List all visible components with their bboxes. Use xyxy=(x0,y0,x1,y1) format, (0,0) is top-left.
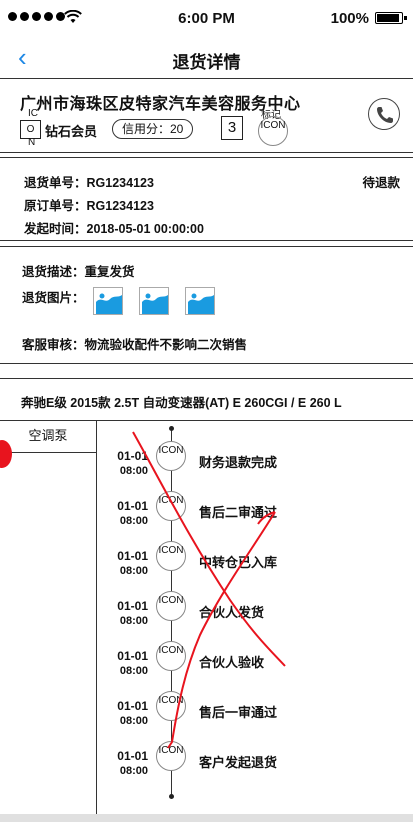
timeline-step-text: 合伙人验收 xyxy=(199,655,265,670)
review-row: 客服审核：物流验收配件不影响二次销售 xyxy=(22,334,247,353)
return-image-3[interactable] xyxy=(185,287,215,315)
divider xyxy=(0,240,413,241)
time-label: 发起时间： xyxy=(24,222,87,236)
tab-part[interactable]: 空调泵 xyxy=(0,420,96,453)
bottom-bar xyxy=(0,814,413,822)
timeline-date: 01-01 xyxy=(117,649,148,663)
timeline-time: 08:00 xyxy=(119,515,148,527)
timeline-date: 01-01 xyxy=(117,699,148,713)
desc-value: 重复发货 xyxy=(84,265,135,279)
timeline-time: 08:00 xyxy=(119,765,148,777)
divider xyxy=(0,152,413,153)
time-value: 2018-05-01 00:00:00 xyxy=(86,222,204,236)
desc-row: 退货描述：重复发货 xyxy=(22,261,135,280)
divider xyxy=(0,246,413,247)
divider xyxy=(0,363,413,364)
image-icon xyxy=(96,293,122,314)
timeline-step-icon: ICON xyxy=(156,541,186,571)
page-title: 退货详情 xyxy=(172,53,241,72)
timeline-date: 01-01 xyxy=(117,599,148,613)
return-no-value: RG1234123 xyxy=(86,176,154,190)
column-divider xyxy=(96,420,97,815)
timeline-time: 08:00 xyxy=(119,615,148,627)
review-value: 物流验收配件不影响二次销售 xyxy=(84,338,248,352)
timeline-step-text: 售后一审通过 xyxy=(199,705,278,720)
desc-label: 退货描述： xyxy=(22,265,85,279)
return-image-1[interactable] xyxy=(93,287,123,315)
timeline-end-dot xyxy=(169,794,174,799)
order-no-label: 原订单号： xyxy=(24,199,87,213)
timeline-time: 08:00 xyxy=(119,565,148,577)
timeline-date: 01-01 xyxy=(117,449,148,463)
credit-badge: 信用分：20 xyxy=(112,119,194,139)
order-no-row: 原订单号：RG1234123 xyxy=(24,195,154,214)
review-label: 客服审核： xyxy=(22,338,85,352)
timeline-time: 08:00 xyxy=(119,465,148,477)
images-label: 退货图片： xyxy=(22,291,85,305)
member-level: 钻石会员 xyxy=(45,124,98,139)
order-no-value: RG1234123 xyxy=(86,199,154,213)
phone-button[interactable] xyxy=(368,98,400,130)
timeline-date: 01-01 xyxy=(117,749,148,763)
timeline-time: 08:00 xyxy=(119,715,148,727)
timeline-step-icon: ICON xyxy=(156,641,186,671)
return-no-row: 退货单号：RG1234123 xyxy=(24,172,154,191)
timeline-start-dot xyxy=(169,426,174,431)
return-no-label: 退货单号： xyxy=(24,176,87,190)
divider xyxy=(0,157,413,158)
timeline-step-text: 合伙人发货 xyxy=(199,605,265,620)
timeline-step-icon: ICON xyxy=(156,441,186,471)
status-bar: 6:00 PM 100% xyxy=(0,0,413,40)
tag-icon-label-top: IC xyxy=(28,108,38,119)
image-icon xyxy=(142,293,168,314)
image-icon xyxy=(188,293,214,314)
timeline-step-text: 财务退款完成 xyxy=(199,455,278,470)
timeline-step-text: 客户发起退货 xyxy=(199,755,278,770)
mark-icon[interactable]: ICON xyxy=(258,116,288,146)
timeline-step-text: 中转仓已入库 xyxy=(199,555,278,570)
timeline-step-icon: ICON xyxy=(156,591,186,621)
timeline-step-icon: ICON xyxy=(156,691,186,721)
nav-bar: ‹ 退货详情 xyxy=(0,40,413,79)
timeline-time: 08:00 xyxy=(119,665,148,677)
divider xyxy=(0,378,413,379)
timeline-step-icon: ICON xyxy=(156,741,186,771)
status-badge: 待退款 xyxy=(362,176,400,190)
car-model: 奔驰E级 2015款 2.5T 自动变速器(AT) E 260CGI / E 2… xyxy=(21,396,342,410)
timeline-date: 01-01 xyxy=(117,499,148,513)
phone-icon xyxy=(377,107,393,123)
shop-name: 广州市海珠区皮特家汽车美容服务中心 xyxy=(20,96,301,113)
tag-icon-label-bottom: N xyxy=(28,137,36,148)
battery-icon xyxy=(375,12,407,24)
count-badge: 3 xyxy=(221,116,243,140)
return-image-2[interactable] xyxy=(139,287,169,315)
timeline-date: 01-01 xyxy=(117,549,148,563)
timeline-step-icon: ICON xyxy=(156,491,186,521)
time-row: 发起时间：2018-05-01 00:00:00 xyxy=(24,218,204,237)
timeline-step-text: 售后二审通过 xyxy=(199,505,278,520)
battery-percent: 100% xyxy=(330,10,369,27)
